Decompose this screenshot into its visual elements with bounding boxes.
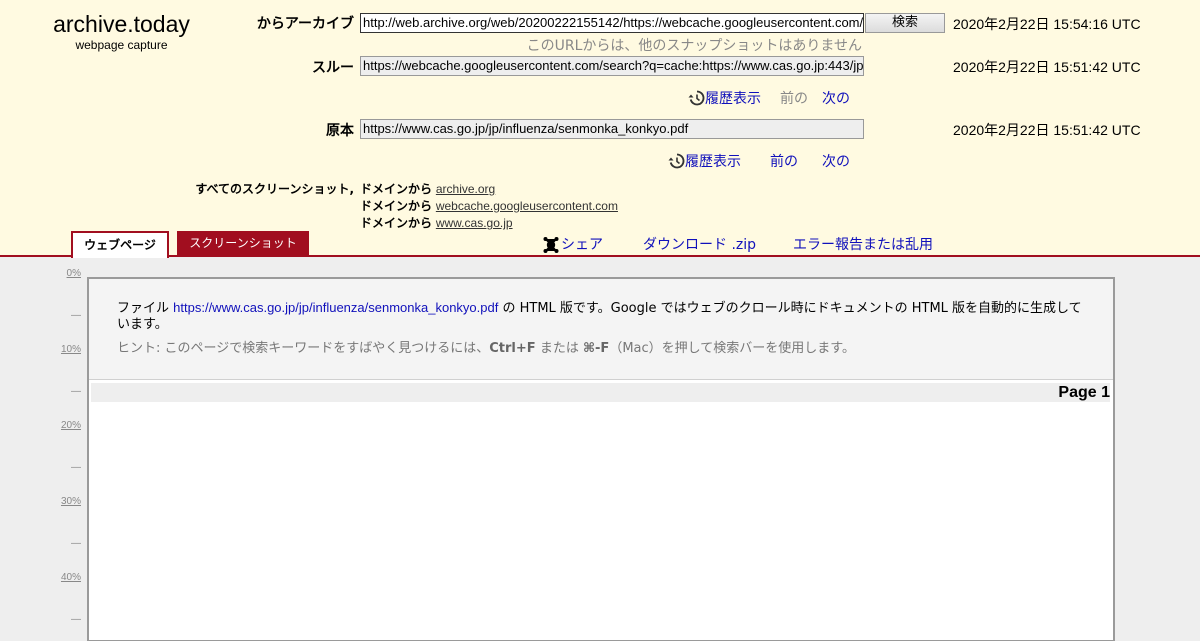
archived-timestamp: 2020年2月22日 15:54:16 UTC [953, 16, 1141, 32]
via-history-link[interactable]: 履歴表示 [688, 88, 761, 108]
search-hint-text: ヒント: このページで検索キーワードをすばやく見つけるには、Ctrl+F または… [117, 341, 1085, 357]
brand-subtitle: webpage capture [75, 38, 168, 52]
scale-dash: — [71, 462, 81, 473]
original-file-link[interactable]: https://www.cas.go.jp/jp/influenza/senmo… [173, 300, 498, 315]
scale-dash: — [71, 538, 81, 549]
archived-label: からアーカイブ [256, 16, 354, 32]
domain-row: ドメインから archive.org [360, 180, 495, 197]
share-label[interactable]: シェア [561, 237, 603, 253]
via-next-label[interactable]: 次の [822, 91, 850, 107]
original-timestamp: 2020年2月22日 15:51:42 UTC [953, 122, 1141, 138]
via-prev-link: 前の [780, 88, 808, 108]
domain-prefix: ドメインから [360, 182, 433, 196]
original-history-link[interactable]: 履歴表示 [668, 151, 741, 171]
hint-key-cmd-f: ⌘-F [582, 341, 610, 356]
hint-suffix: （Mac）を押して検索バーを使用します。 [609, 341, 855, 356]
domain-prefix: ドメインから [360, 199, 433, 213]
history-icon [668, 153, 685, 169]
scale-40[interactable]: 40% [40, 572, 81, 583]
original-next-link[interactable]: 次の [822, 151, 850, 171]
domain-row: ドメインから webcache.googleusercontent.com [360, 197, 618, 214]
scale-10[interactable]: 10% [40, 344, 81, 355]
cache-info-text: ファイル https://www.cas.go.jp/jp/influenza/… [117, 300, 1085, 333]
via-prev-label: 前の [780, 91, 808, 107]
history-icon [688, 90, 705, 106]
via-timestamp: 2020年2月22日 15:51:42 UTC [953, 59, 1141, 75]
original-prev-link[interactable]: 前の [770, 151, 798, 171]
report-link[interactable]: エラー報告または乱用 [793, 234, 933, 254]
header: archive.today webpage capture からアーカイブ ht… [0, 0, 1200, 258]
original-history-label[interactable]: 履歴表示 [685, 154, 741, 170]
scale-30[interactable]: 30% [40, 496, 81, 507]
domain-link-cas-go-jp[interactable]: www.cas.go.jp [436, 216, 513, 230]
scale-0[interactable]: 0% [40, 268, 81, 279]
via-history-label[interactable]: 履歴表示 [705, 91, 761, 107]
via-label: スルー [312, 60, 354, 76]
capture-frame: ファイル https://www.cas.go.jp/jp/influenza/… [87, 277, 1115, 641]
original-url-input[interactable]: https://www.cas.go.jp/jp/influenza/senmo… [360, 119, 864, 139]
brand-logo[interactable]: archive.today webpage capture [0, 10, 243, 52]
via-next-link[interactable]: 次の [822, 88, 850, 108]
via-url-input[interactable]: https://webcache.googleusercontent.com/s… [360, 56, 864, 76]
download-zip-link[interactable]: ダウンロード .zip [643, 234, 756, 254]
hint-key-ctrl-f: Ctrl+F [489, 341, 536, 356]
pdf-page: Page 1 [89, 379, 1113, 640]
domain-prefix: ドメインから [360, 216, 433, 230]
scale-dash: — [71, 386, 81, 397]
share-link[interactable]: シェア [543, 234, 603, 254]
original-prev-label[interactable]: 前の [770, 154, 798, 170]
all-screenshots-label: すべてのスクリーンショット, [195, 182, 354, 196]
scale-20[interactable]: 20% [40, 420, 81, 431]
scale-dash: — [71, 310, 81, 321]
no-other-snapshots-note: このURLからは、他のスナップショットはありません [526, 38, 862, 54]
page-number-bar: Page 1 [91, 383, 1110, 402]
brand-title[interactable]: archive.today [0, 10, 243, 38]
domain-link-archive-org[interactable]: archive.org [436, 182, 495, 196]
archived-url-input[interactable]: http://web.archive.org/web/2020022215514… [360, 13, 864, 33]
info-prefix: ファイル [117, 301, 170, 316]
hint-prefix: ヒント: このページで検索キーワードをすばやく見つけるには、 [117, 341, 490, 356]
tab-screenshot[interactable]: スクリーンショット [177, 231, 309, 256]
domain-link-webcache[interactable]: webcache.googleusercontent.com [436, 199, 618, 213]
domain-row: ドメインから www.cas.go.jp [360, 214, 513, 231]
tab-webpage[interactable]: ウェブページ [71, 231, 169, 258]
hint-mid: または [539, 341, 579, 356]
search-button[interactable]: 検索 [865, 13, 945, 33]
original-next-label[interactable]: 次の [822, 154, 850, 170]
original-label: 原本 [326, 123, 354, 139]
scale-dash: — [71, 614, 81, 625]
share-icon [543, 237, 559, 253]
